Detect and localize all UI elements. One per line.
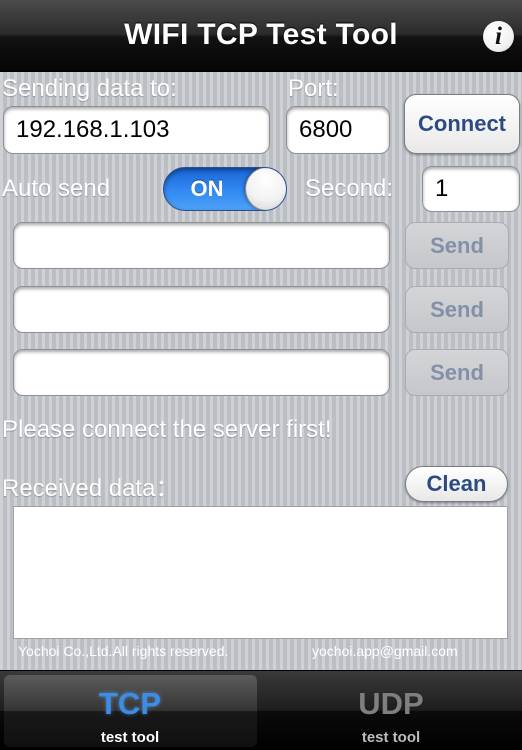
port-input-value: 6800 xyxy=(299,116,353,143)
app-screen: { "navbar": { "title": "WIFI TCP Test To… xyxy=(0,0,522,750)
send-button-2[interactable]: Send xyxy=(405,286,509,333)
port-label: Port: xyxy=(288,75,339,102)
send-button-3-label: Send xyxy=(430,359,484,385)
clean-button-label: Clean xyxy=(426,471,487,496)
send-button-2-label: Send xyxy=(430,296,484,322)
tab-udp-label: test tool xyxy=(361,729,421,746)
tab-udp[interactable]: UDP test tool xyxy=(261,670,522,750)
send-input-3[interactable] xyxy=(13,349,390,396)
connect-button[interactable]: Connect xyxy=(404,94,520,154)
received-label: Received data： xyxy=(2,475,180,502)
toggle-state-label: ON xyxy=(190,176,224,201)
send-button-1-label: Send xyxy=(430,232,484,258)
status-message: Please connect the server first! xyxy=(2,416,332,443)
port-input[interactable]: 6800 xyxy=(286,106,390,154)
send-input-2[interactable] xyxy=(13,286,390,333)
tab-tcp[interactable]: TCP test tool xyxy=(0,670,261,750)
tab-tcp-label: test tool xyxy=(100,729,160,746)
info-icon[interactable]: i xyxy=(483,21,514,52)
tcp-icon: TCP xyxy=(99,686,161,721)
send-input-1[interactable] xyxy=(13,222,390,269)
host-label: Sending data to: xyxy=(2,75,177,102)
app-title: WIFI TCP Test Tool xyxy=(124,18,398,51)
udp-icon: UDP xyxy=(358,686,424,721)
host-input-value: 192.168.1.103 xyxy=(16,116,170,143)
second-label: Second: xyxy=(305,175,394,202)
toggle-knob xyxy=(245,168,286,210)
copyright-text: Yochoi Co.,Ltd.All rights reserved. xyxy=(18,643,229,659)
contact-email: yochoi.app@gmail.com xyxy=(312,643,458,659)
received-data-area[interactable] xyxy=(13,506,508,639)
connect-button-label: Connect xyxy=(418,111,506,136)
host-input[interactable]: 192.168.1.103 xyxy=(3,106,270,154)
second-input[interactable]: 1 xyxy=(422,166,520,212)
auto-send-toggle[interactable]: ON xyxy=(163,167,287,211)
auto-send-label: Auto send xyxy=(2,175,111,202)
send-button-3[interactable]: Send xyxy=(405,349,509,396)
clean-button[interactable]: Clean xyxy=(405,466,508,502)
send-button-1[interactable]: Send xyxy=(405,222,509,269)
second-input-value: 1 xyxy=(435,175,449,202)
